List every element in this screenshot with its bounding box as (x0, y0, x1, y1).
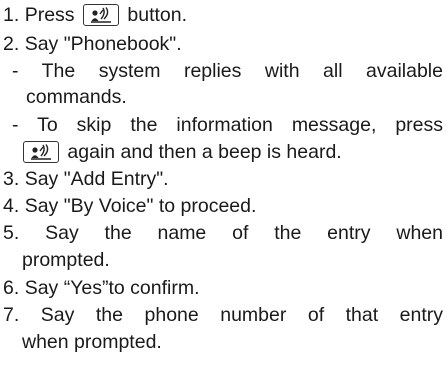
sub-bullet-2-cont: again and then a beep is heard. (23, 139, 439, 165)
step-text: Press (24, 4, 75, 26)
step-4: 4. Say "By Voice" to proceed. (3, 193, 439, 219)
step-6: 6. Say “Yes”to confirm. (3, 275, 439, 301)
sub-text: again and then a beep is heard. (67, 141, 342, 163)
step-text: Say "Phonebook". (24, 33, 182, 55)
step-number: 7. (3, 304, 20, 326)
voice-talk-icon (23, 141, 59, 163)
step-text: Say the name of the entry when (45, 222, 443, 244)
step-text: button. (127, 4, 188, 26)
step-number: 5. (3, 222, 20, 244)
step-7-cont: when prompted. (22, 329, 439, 355)
sub-bullet-1: - The system replies with all available (12, 58, 443, 84)
instruction-document: 1. Press button. 2. Say "Phonebook". - T… (0, 0, 447, 371)
step-text: prompted. (22, 249, 110, 271)
step-5: 5. Say the name of the entry when (3, 220, 443, 246)
step-3: 3. Say "Add Entry". (3, 166, 439, 192)
sub-text: To skip the information message, press (37, 114, 444, 136)
dash: - (12, 60, 19, 82)
step-text: Say "By Voice" to proceed. (24, 195, 257, 217)
sub-bullet-2: - To skip the information message, press (12, 112, 443, 138)
step-text: Say “Yes”to confirm. (24, 277, 200, 299)
sub-text: The system replies with all available (41, 60, 443, 82)
step-number: 2. (3, 33, 20, 55)
step-number: 1. (3, 4, 20, 26)
step-text: when prompted. (22, 331, 162, 353)
sub-bullet-1-cont: commands. (26, 84, 439, 110)
step-text: Say "Add Entry". (24, 168, 169, 190)
voice-talk-icon (82, 4, 119, 26)
step-1: 1. Press button. (3, 2, 439, 28)
step-5-cont: prompted. (22, 247, 439, 273)
step-7: 7. Say the phone number of that entry (3, 302, 443, 328)
step-number: 6. (3, 277, 20, 299)
step-text: Say the phone number of that entry (40, 304, 444, 326)
sub-text: commands. (26, 86, 127, 108)
step-2: 2. Say "Phonebook". (3, 31, 439, 57)
step-number: 3. (3, 168, 20, 190)
step-number: 4. (3, 195, 20, 217)
dash: - (12, 114, 19, 136)
